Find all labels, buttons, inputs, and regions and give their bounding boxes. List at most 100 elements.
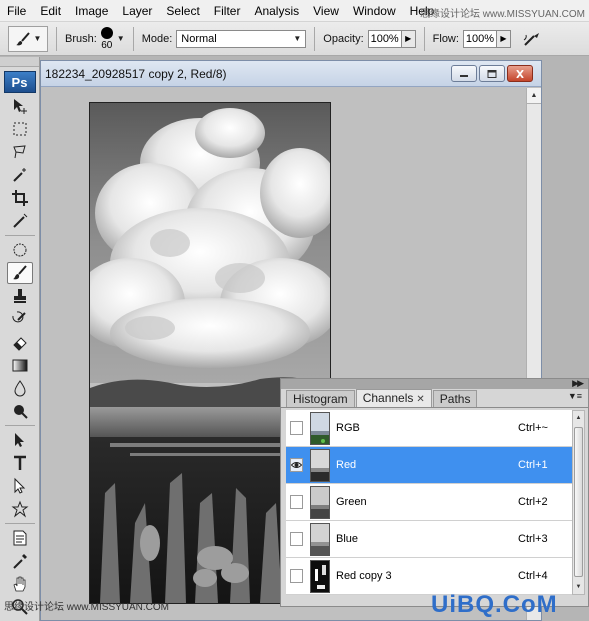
visibility-box xyxy=(289,569,303,583)
channel-row-blue[interactable]: Blue Ctrl+3 xyxy=(286,521,572,558)
collapse-icon[interactable]: ▶▶ xyxy=(572,378,584,389)
brush-tip-icon xyxy=(100,26,113,39)
channel-row-green[interactable]: Green Ctrl+2 xyxy=(286,484,572,521)
chevron-down-icon: ▼ xyxy=(33,34,42,43)
menu-filter[interactable]: Filter xyxy=(207,0,248,22)
visibility-toggle[interactable] xyxy=(286,447,306,484)
healing-tool[interactable] xyxy=(7,239,33,261)
channel-row-red[interactable]: Red Ctrl+1 xyxy=(286,447,572,484)
brush-tool[interactable] xyxy=(6,262,33,284)
type-icon xyxy=(13,455,26,470)
tab-paths[interactable]: Paths xyxy=(432,390,478,407)
menu-analysis[interactable]: Analysis xyxy=(247,0,306,22)
menu-window[interactable]: Window xyxy=(346,0,403,22)
visibility-toggle[interactable] xyxy=(286,484,306,521)
notes-tool[interactable] xyxy=(7,527,33,549)
eyedropper-slice-tool[interactable] xyxy=(7,210,33,232)
brush-picker[interactable]: 60 xyxy=(100,26,113,51)
ps-logo[interactable]: Ps xyxy=(3,71,36,93)
path-selection-tool[interactable] xyxy=(7,429,33,451)
visibility-box xyxy=(289,458,303,472)
channel-thumbnail xyxy=(310,448,330,482)
divider xyxy=(4,523,35,524)
direct-selection-tool[interactable] xyxy=(7,475,33,497)
eraser-tool[interactable] xyxy=(7,331,33,353)
brush-label: Brush: xyxy=(65,32,97,45)
channel-name: Red xyxy=(336,459,357,471)
dodge-tool[interactable] xyxy=(7,400,33,422)
flow-slider-toggle[interactable]: ▶ xyxy=(496,29,511,48)
clone-stamp-tool[interactable] xyxy=(7,285,33,307)
opacity-slider-toggle[interactable]: ▶ xyxy=(401,29,416,48)
red-thumbnail-image xyxy=(311,449,329,481)
brush-icon xyxy=(12,265,27,280)
gradient-tool[interactable] xyxy=(7,354,33,376)
crop-tool[interactable] xyxy=(7,187,33,209)
healing-icon xyxy=(13,243,26,257)
slice-icon xyxy=(12,213,27,228)
menu-select[interactable]: Select xyxy=(159,0,206,22)
channel-thumbnail xyxy=(310,411,330,445)
marquee-tool[interactable] xyxy=(7,118,33,140)
airbrush-toggle[interactable] xyxy=(519,28,545,50)
minimize-button[interactable] xyxy=(451,65,477,82)
toolbox-grip[interactable] xyxy=(0,57,39,67)
brush-icon xyxy=(15,31,30,45)
maximize-button[interactable] xyxy=(479,65,505,82)
scroll-up-icon[interactable]: ▲ xyxy=(573,412,584,424)
divider xyxy=(4,235,35,236)
divider xyxy=(56,26,57,51)
scroll-up-icon[interactable]: ▲ xyxy=(527,88,541,104)
blur-tool[interactable] xyxy=(7,377,33,399)
watermark-bottom-left: 思缘设计论坛 www.MISSYUAN.COM xyxy=(4,602,170,613)
magic-wand-tool[interactable] xyxy=(7,164,33,186)
panel-menu-icon[interactable]: ▼≡ xyxy=(568,391,582,401)
lasso-tool[interactable] xyxy=(7,141,33,163)
menu-image[interactable]: Image xyxy=(68,0,115,22)
menu-bar: File Edit Image Layer Select Filter Anal… xyxy=(0,0,589,22)
channel-shortcut: Ctrl+1 xyxy=(518,459,548,471)
visibility-toggle[interactable] xyxy=(286,521,306,558)
scroll-thumb[interactable] xyxy=(574,427,583,577)
flow-input[interactable]: 100% xyxy=(462,29,497,48)
custom-shape-tool[interactable] xyxy=(7,498,33,520)
channels-list: RGB Ctrl+~ Red Ctrl+1 Green Ctrl+2 Blue … xyxy=(286,410,572,595)
menu-view[interactable]: View xyxy=(306,0,346,22)
options-bar: ▼ Brush: 60 ▼ Mode: Normal ▼ Opacity: 10… xyxy=(0,22,589,56)
channels-panel: ▶▶ Histogram Channels ✕ Paths ▼≡ RGB Ctrl… xyxy=(280,378,589,607)
document-title-bar[interactable]: 182234_20928517 copy 2, Red/8) xyxy=(41,61,541,87)
close-icon[interactable]: ✕ xyxy=(416,394,424,405)
move-tool[interactable] xyxy=(7,95,33,117)
close-button[interactable] xyxy=(507,65,533,82)
history-brush-tool[interactable] xyxy=(7,308,33,330)
watermark-top: 思缘设计论坛 www.MISSYUAN.COM xyxy=(419,9,585,20)
menu-file[interactable]: File xyxy=(0,0,33,22)
hand-icon xyxy=(13,576,25,592)
visibility-toggle[interactable] xyxy=(286,558,306,595)
visibility-toggle[interactable] xyxy=(286,410,306,447)
eyedropper-tool[interactable] xyxy=(7,550,33,572)
channel-name: Red copy 3 xyxy=(336,570,392,582)
eye-icon xyxy=(290,462,302,468)
hand-tool[interactable] xyxy=(7,573,33,595)
visibility-box xyxy=(289,532,303,546)
type-tool[interactable] xyxy=(7,452,33,474)
channel-shortcut: Ctrl+~ xyxy=(518,422,548,434)
menu-edit[interactable]: Edit xyxy=(33,0,68,22)
channel-name: RGB xyxy=(336,422,360,434)
opacity-input[interactable]: 100% xyxy=(367,29,402,48)
tool-preset-picker[interactable]: ▼ xyxy=(8,25,48,52)
tab-channels[interactable]: Channels ✕ xyxy=(355,389,432,407)
menu-layer[interactable]: Layer xyxy=(115,0,159,22)
rgb-thumbnail-image xyxy=(311,412,329,444)
channel-row-red-copy-3[interactable]: Red copy 3 Ctrl+4 xyxy=(286,558,572,595)
panel-scrollbar[interactable]: ▲ ▼ xyxy=(572,410,585,595)
document-title: 182234_20928517 copy 2, Red/8) xyxy=(45,66,227,81)
panel-header[interactable]: ▶▶ xyxy=(281,378,588,389)
mode-select[interactable]: Normal ▼ xyxy=(176,29,307,48)
chevron-down-icon[interactable]: ▼ xyxy=(117,34,125,43)
scroll-down-icon[interactable]: ▼ xyxy=(573,581,584,593)
tab-histogram[interactable]: Histogram xyxy=(286,390,355,407)
channel-row-rgb[interactable]: RGB Ctrl+~ xyxy=(286,410,572,447)
dodge-icon xyxy=(13,405,28,419)
